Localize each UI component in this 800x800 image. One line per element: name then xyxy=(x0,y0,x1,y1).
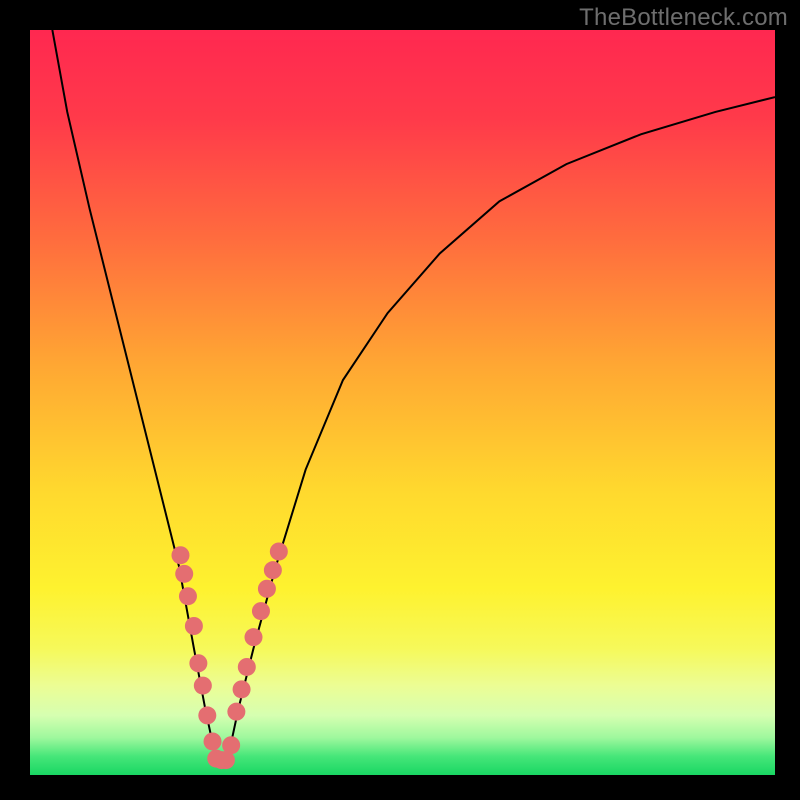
chart-container: TheBottleneck.com xyxy=(0,0,800,800)
data-point xyxy=(258,580,276,598)
data-point xyxy=(264,561,282,579)
data-point xyxy=(171,546,189,564)
data-point xyxy=(238,658,256,676)
watermark-label: TheBottleneck.com xyxy=(579,4,788,32)
data-point xyxy=(179,587,197,605)
data-point xyxy=(185,617,203,635)
gradient-background xyxy=(30,30,775,775)
data-point xyxy=(222,736,240,754)
bottleneck-chart xyxy=(0,0,800,800)
data-point xyxy=(252,602,270,620)
data-point xyxy=(198,706,216,724)
data-point xyxy=(204,732,222,750)
data-point xyxy=(175,565,193,583)
data-point xyxy=(194,677,212,695)
data-point xyxy=(270,543,288,561)
data-point xyxy=(227,703,245,721)
data-point xyxy=(189,654,207,672)
data-point xyxy=(233,680,251,698)
data-point xyxy=(245,628,263,646)
